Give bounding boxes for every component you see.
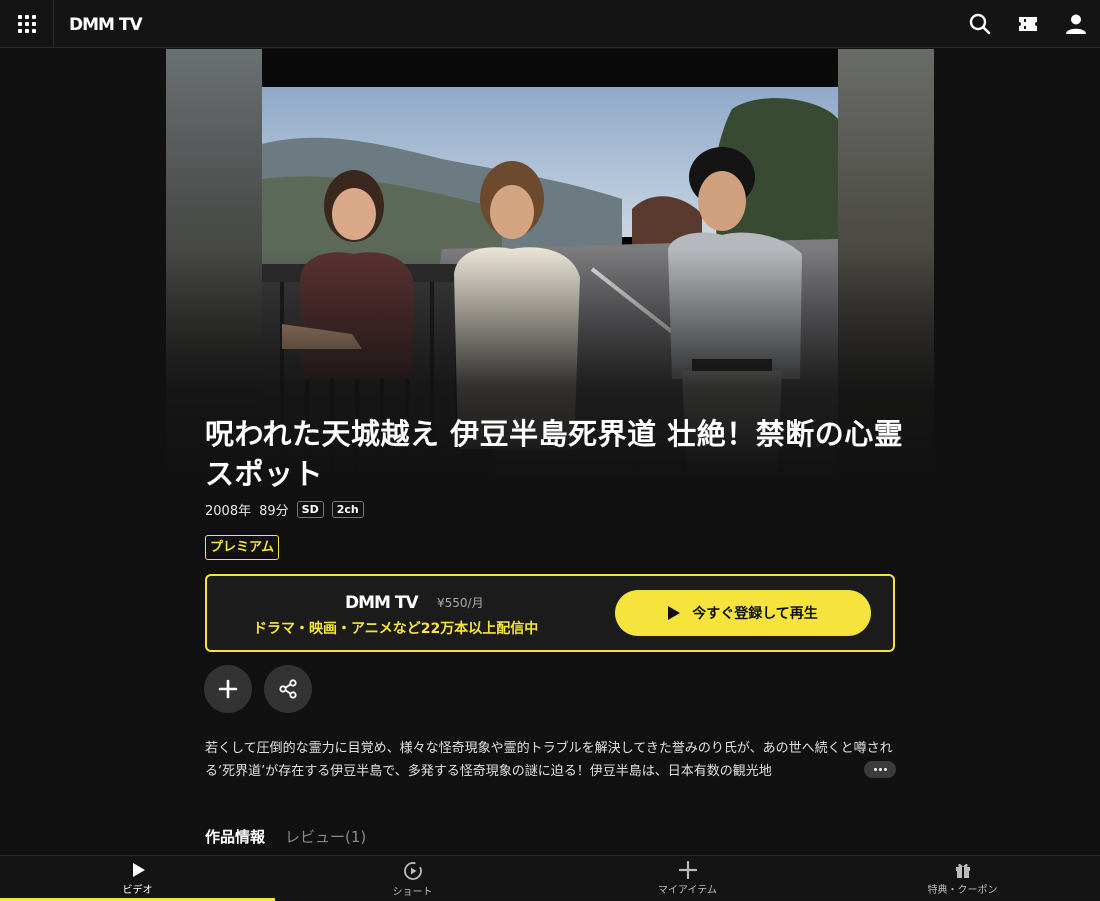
ticket-button[interactable] xyxy=(1004,0,1052,48)
premium-badge: プレミアム xyxy=(205,535,280,560)
subscribe-play-button[interactable]: 今すぐ登録して再生 xyxy=(615,590,871,636)
share-button[interactable] xyxy=(264,665,312,713)
description-text: 若くして圧倒的な霊力に目覚め、様々な怪奇現象や霊的トラブルを解決してきた誉みのり… xyxy=(205,741,893,779)
subscribe-price: ¥550/月 xyxy=(437,595,484,610)
subscribe-logo-row: DMM TV ¥550/月 xyxy=(345,592,484,612)
duration: 89分 xyxy=(259,504,289,519)
nav-label-short: ショート xyxy=(392,887,433,898)
release-year: 2008年 xyxy=(205,504,252,519)
nav-label-benefits: 特典・クーポン xyxy=(927,885,998,896)
nav-item-benefits[interactable]: 特典・クーポン xyxy=(825,856,1100,901)
nav-item-video[interactable]: ビデオ xyxy=(0,856,275,901)
description-more-button[interactable] xyxy=(864,761,896,778)
bottom-navigation: ビデオ ショート マイアイテム 特典・クーポン xyxy=(0,855,1100,901)
meta-row: 2008年 89分 SD 2ch xyxy=(205,500,372,519)
dmm-tv-logo-small: DMM TV xyxy=(345,593,420,612)
tab-reviews[interactable]: レビュー(1) xyxy=(285,826,366,847)
page-title: 呪われた天城越え 伊豆半島死界道 壮絶！禁断の心霊スポット xyxy=(205,417,904,491)
user-button[interactable] xyxy=(1052,0,1100,48)
grid-menu-button[interactable] xyxy=(0,0,54,48)
description-fade xyxy=(830,760,864,780)
dmm-tv-logo[interactable]: DMM TV xyxy=(69,14,153,34)
nav-item-my-items[interactable]: マイアイテム xyxy=(550,856,825,901)
shorts-icon xyxy=(403,862,422,880)
user-icon xyxy=(1066,14,1086,34)
subscribe-banner: DMM TV ¥550/月 ドラマ・映画・アニメなど22万本以上配信中 今すぐ登… xyxy=(205,574,895,652)
top-header: DMM TV xyxy=(0,0,1100,48)
plus-icon xyxy=(218,679,238,699)
play-icon xyxy=(132,863,145,877)
nav-label-video: ビデオ xyxy=(122,885,153,896)
nav-label-my-items: マイアイテム xyxy=(658,885,717,896)
logo-text: DMM TV xyxy=(69,15,143,34)
dmm-tv-logo-mark: DMM TV xyxy=(69,15,144,34)
tab-work-info[interactable]: 作品情報 xyxy=(205,826,265,847)
gift-icon xyxy=(955,863,970,878)
audio-badge: 2ch xyxy=(331,501,364,518)
search-button[interactable] xyxy=(956,0,1004,48)
grid-menu-icon xyxy=(17,14,36,33)
subscribe-tagline: ドラマ・映画・アニメなど22万本以上配信中 xyxy=(253,621,539,637)
quality-badge: SD xyxy=(296,501,324,518)
plus-icon xyxy=(678,861,697,879)
play-icon xyxy=(668,606,681,620)
nav-item-short[interactable]: ショート xyxy=(275,856,550,901)
ticket-icon xyxy=(1019,17,1037,31)
subscribe-play-label: 今すぐ登録して再生 xyxy=(692,606,818,622)
add-to-mylist-button[interactable] xyxy=(204,665,252,713)
search-icon xyxy=(969,13,991,35)
share-icon xyxy=(279,679,297,699)
more-dots-icon xyxy=(873,768,877,771)
subscribe-logo-text: DMM TV xyxy=(345,593,419,612)
